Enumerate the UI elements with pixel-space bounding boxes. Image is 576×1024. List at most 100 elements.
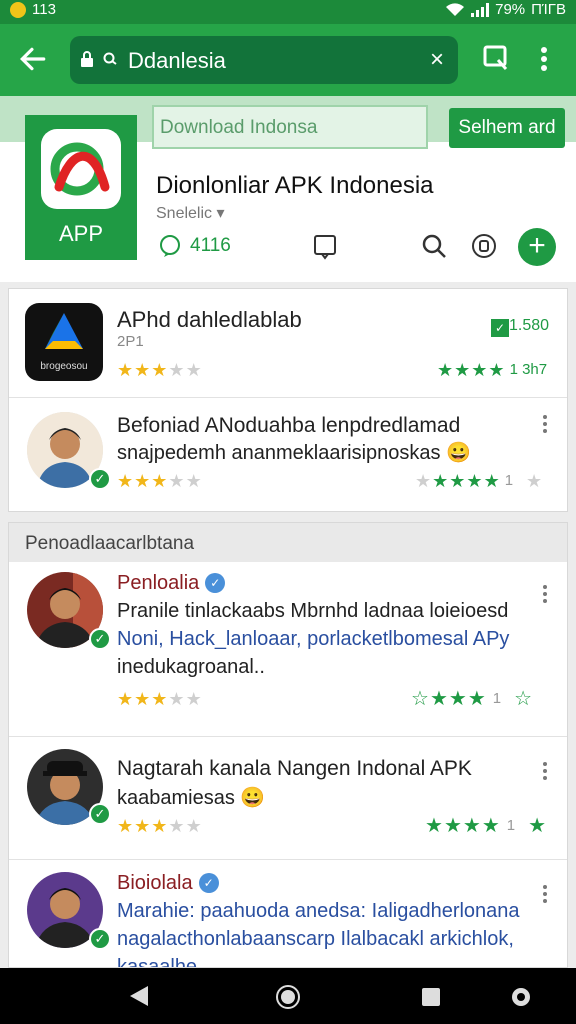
review-line-3: inedukagroanal.. <box>117 656 265 678</box>
verified-check-icon: ✓ <box>89 928 111 950</box>
review-line-1: Nagtarah kanala Nangen Indonal APK <box>117 757 472 780</box>
download-tray-icon[interactable] <box>312 232 338 260</box>
star-icon: ★ <box>134 471 151 491</box>
rating-stars: ★ ★ ★ ★ ★ <box>117 472 202 490</box>
star-icon: ★ <box>168 816 185 836</box>
star-icon: ★ <box>185 689 202 709</box>
app-logo: APP <box>25 115 137 260</box>
star-icon: ★ <box>151 816 168 836</box>
verified-badge-icon: ✓ <box>205 573 226 593</box>
section-header: Penoadlaacarlbtana <box>8 522 568 562</box>
more-options-icon[interactable] <box>543 759 547 783</box>
star-outline-icon: ☆ <box>411 688 429 710</box>
review-item[interactable]: ✓ Nagtarah kanala Nangen Indonal APK kaa… <box>9 737 567 859</box>
review-line-2: nagalacthonlabaanscarp Ilalbacakl arkich… <box>117 928 514 950</box>
review-item[interactable]: ✓ Bioiolala ✓ Marahie: paahuoda anedsa: I… <box>9 860 567 968</box>
section-title: Penoadlaacarlbtana <box>25 533 195 554</box>
logo-mark-icon <box>50 142 110 196</box>
review-line-3: kasaalhe... <box>117 956 214 968</box>
info-circle-icon[interactable] <box>470 232 498 260</box>
status-bar: 113 79% ΠΊΓΒ <box>0 0 576 24</box>
list-item[interactable]: ✓ Befoniad ANoduahba lenpdredlamad snajp… <box>9 398 567 512</box>
star-icon: ★ <box>151 360 168 380</box>
overflow-menu-icon[interactable] <box>540 46 548 72</box>
subtitle-text: Snelelic <box>156 205 213 222</box>
star-icon: ★ <box>454 360 471 380</box>
app-logo-text: brogeosou <box>40 361 88 372</box>
reviewer-name-text: Bioiolala <box>117 872 193 894</box>
tabs-search-icon[interactable] <box>482 44 510 72</box>
more-options-icon[interactable] <box>543 412 547 436</box>
reviewer-name-text: Penloalia <box>117 572 200 594</box>
lock-icon <box>81 51 93 67</box>
more-options-icon[interactable] <box>543 582 547 606</box>
review-line-1: Marahie: paahuoda anedsa: Ialigadherlona… <box>117 900 520 922</box>
star-icon: ★ <box>471 360 488 380</box>
app-toolbar: Ddanlesia × <box>0 24 576 96</box>
star-icon: ★ <box>151 689 168 709</box>
subtitle-dropdown[interactable]: Snelelic ▾ <box>156 203 225 223</box>
wifi-icon <box>446 2 465 16</box>
star-outline-icon[interactable]: ★ <box>526 472 542 490</box>
star-icon: ★ <box>466 471 483 491</box>
verified-check-icon: ✓ <box>89 468 111 490</box>
url-bar[interactable]: Ddanlesia × <box>70 36 458 84</box>
rating-stars: ★ ★ ★ ★ ★ <box>117 817 202 835</box>
add-button[interactable]: + <box>518 228 556 266</box>
price-badge[interactable]: ✓ 1.580 <box>491 317 549 337</box>
star-icon: ★ <box>467 688 486 710</box>
star-filled-icon[interactable]: ★ <box>528 816 546 836</box>
star-outline-icon[interactable]: ☆ <box>514 689 532 709</box>
more-options-icon[interactable] <box>543 882 547 906</box>
rating-text: 1 <box>504 472 514 489</box>
nav-assistant-icon[interactable] <box>510 986 532 1008</box>
logo-label: APP <box>58 221 104 246</box>
status-extra: ΠΊΓΒ <box>531 1 566 18</box>
star-icon: ★ <box>117 689 134 709</box>
system-nav-bar <box>0 968 576 1024</box>
app-notification-icon <box>10 1 26 18</box>
logo-square <box>41 129 121 209</box>
star-icon: ★ <box>449 471 466 491</box>
search-icon[interactable] <box>420 232 448 260</box>
search-small-icon <box>103 52 117 65</box>
rating-stars-right: ★ ★ ★ ★ 1 ★ <box>425 815 546 837</box>
verified-badge-icon: ✓ <box>198 873 219 893</box>
review-line-2: Noni, Hack_lanloaar, porlacketlbomesal A… <box>117 628 510 650</box>
back-arrow-icon[interactable] <box>18 44 48 74</box>
battery-percent: 79% <box>495 1 526 18</box>
list-item[interactable]: brogeosou APhd dahledlablab 2P1 ★ ★ ★ ★ ★ ✓ 1… <box>9 289 567 397</box>
drive-style-app-icon: brogeosou <box>25 303 103 381</box>
verified-check-icon: ✓ <box>89 803 111 825</box>
clear-icon[interactable]: × <box>430 46 444 74</box>
star-icon: ★ <box>488 360 505 380</box>
comment-bubble-icon <box>160 235 180 257</box>
review-item[interactable]: ✓ Penloalia ✓ Pranile tinlackaabs Mbrnhd … <box>9 562 567 736</box>
star-icon: ★ <box>134 816 151 836</box>
comments-count-text: 4116 <box>190 235 231 256</box>
star-icon: ★ <box>448 688 467 710</box>
star-icon: ★ <box>168 471 185 491</box>
nav-recents-icon[interactable] <box>420 986 442 1008</box>
star-icon: ★ <box>437 360 454 380</box>
search-button[interactable]: Selhem ard <box>449 108 565 148</box>
url-text: Ddanlesia <box>128 48 226 73</box>
app-subtitle: 2P1 <box>117 333 144 350</box>
apps-card: brogeosou APhd dahledlablab 2P1 ★ ★ ★ ★ ★ ✓ 1… <box>8 288 568 512</box>
star-icon: ★ <box>185 471 202 491</box>
star-icon: ★ <box>462 815 481 837</box>
star-icon: ★ <box>151 471 168 491</box>
app-title: APhd dahledlablab <box>117 307 302 332</box>
download-search-input[interactable]: Download Indonsa <box>152 105 428 149</box>
nav-back-icon[interactable] <box>128 984 150 1008</box>
rating-text: 1 <box>492 690 502 707</box>
nav-home-icon[interactable] <box>275 984 301 1010</box>
star-icon: ★ <box>117 360 134 380</box>
chevron-down-icon: ▾ <box>216 205 225 222</box>
reviewer-name: Bioiolala ✓ <box>117 872 219 895</box>
page-title: Dionlonliar APK Indonesia <box>156 172 434 199</box>
comments-count[interactable]: 4116 <box>158 234 231 258</box>
reviewer-name: Penloalia ✓ <box>117 572 226 595</box>
signal-icon <box>471 2 490 17</box>
item-subtitle: snajpedemh ananmeklaarisipnoskas 😀 <box>117 442 471 464</box>
